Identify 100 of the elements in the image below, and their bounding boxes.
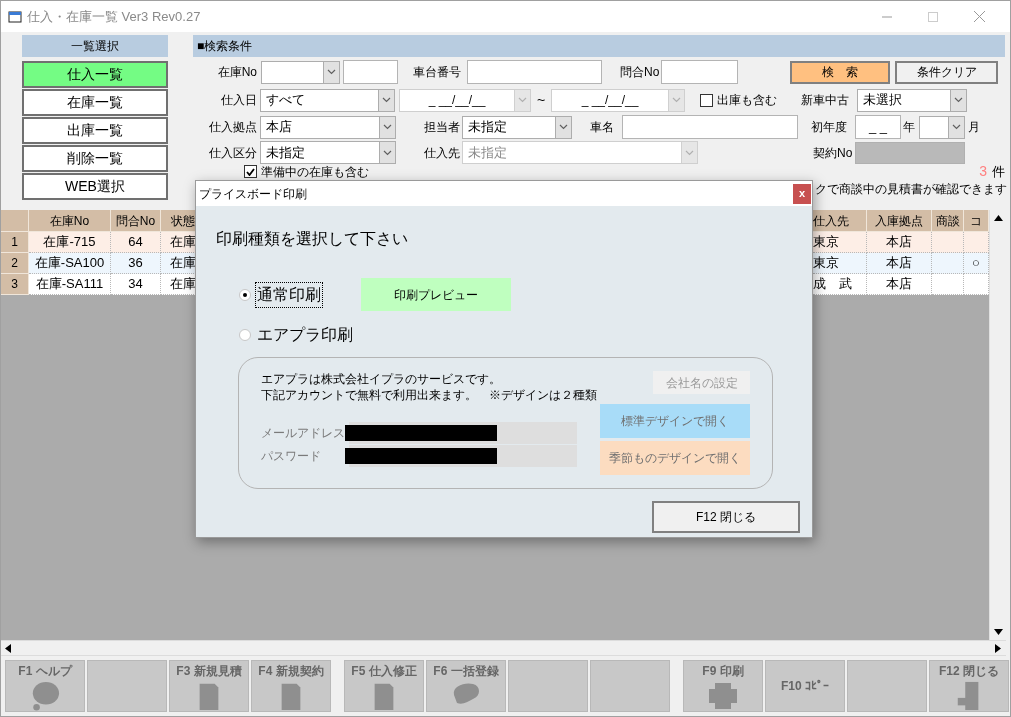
company-name-button: 会社名の設定 bbox=[653, 371, 750, 394]
empty-function-key[interactable] bbox=[590, 660, 670, 712]
dropdown[interactable] bbox=[919, 115, 965, 139]
range-separator: ~ bbox=[535, 90, 547, 110]
column-header[interactable]: 入庫拠点 bbox=[867, 210, 932, 232]
checkbox[interactable] bbox=[700, 93, 713, 107]
radio-label[interactable]: エアプラ印刷 bbox=[255, 322, 355, 348]
dialog-prompt: 印刷種類を選択して下さい bbox=[216, 229, 408, 249]
date-field[interactable]: _ __/__/__ bbox=[399, 88, 531, 112]
field-label: 準備中の在庫も含む bbox=[261, 163, 369, 181]
maximize-icon bbox=[928, 11, 938, 22]
field-label: 月 bbox=[968, 119, 980, 136]
field-label: 担当者 bbox=[423, 119, 460, 136]
chevron-down-icon bbox=[382, 97, 391, 103]
blob-icon bbox=[451, 681, 481, 705]
chevron-down-icon bbox=[518, 97, 527, 103]
radio-button[interactable] bbox=[239, 288, 251, 301]
input-field[interactable]: _ _ bbox=[855, 115, 901, 139]
field-label: 出庫も含む bbox=[717, 92, 778, 109]
checkmark-icon bbox=[246, 167, 255, 176]
function-key[interactable]: F6 一括登録 bbox=[426, 660, 506, 712]
window-icon bbox=[8, 10, 22, 23]
row-number: 3 bbox=[1, 274, 29, 295]
column-header[interactable]: 仕入先 bbox=[813, 210, 867, 232]
column-header[interactable]: 商談 bbox=[932, 210, 964, 232]
horizontal-scrollbar[interactable] bbox=[1, 640, 1006, 656]
radio-button[interactable] bbox=[239, 329, 251, 341]
date-field[interactable]: _ __/__/__ bbox=[551, 88, 685, 112]
field-label: 在庫No bbox=[216, 64, 257, 81]
document-icon bbox=[280, 681, 302, 711]
panel-header: ■検索条件 bbox=[193, 35, 1005, 57]
dropdown[interactable]: 未指定 bbox=[462, 115, 572, 139]
input-field[interactable] bbox=[622, 115, 798, 139]
panel-header: 一覧選択 bbox=[22, 35, 168, 57]
function-key[interactable]: F3 新規見積 bbox=[169, 660, 249, 712]
seasonal-design-button[interactable]: 季節ものデザインで開く bbox=[600, 441, 750, 475]
field-label: パスワード bbox=[261, 448, 322, 465]
function-key[interactable]: F1 ヘルプ bbox=[5, 660, 85, 712]
close-icon bbox=[973, 11, 985, 22]
function-key[interactable]: F4 新規契約 bbox=[251, 660, 331, 712]
checkbox[interactable] bbox=[244, 165, 257, 178]
field-label: 仕入先 bbox=[423, 144, 460, 162]
standard-design-button[interactable]: 標準デザインで開く bbox=[600, 404, 750, 438]
row-number: 2 bbox=[1, 253, 29, 274]
list-button[interactable]: 出庫一覧 bbox=[22, 117, 168, 144]
chevron-down-icon bbox=[383, 124, 392, 130]
preview-button[interactable]: 印刷プレビュー bbox=[361, 278, 511, 311]
dropdown[interactable]: 未指定 bbox=[260, 141, 396, 164]
field-label: 初年度 bbox=[811, 119, 848, 136]
field-label: 問合No bbox=[620, 64, 660, 81]
chevron-down-icon bbox=[327, 69, 336, 75]
document-icon bbox=[373, 681, 395, 711]
field-label: 年 bbox=[903, 119, 916, 136]
chevron-down-icon bbox=[952, 124, 961, 130]
search-button[interactable]: 検 索 bbox=[790, 60, 890, 84]
header-corner bbox=[1, 210, 29, 232]
field-label: 契約No bbox=[813, 144, 853, 162]
chevron-down-icon bbox=[559, 124, 568, 130]
close-dialog-button[interactable]: F12 閉じる bbox=[652, 501, 800, 533]
radio-label[interactable]: 通常印刷 bbox=[255, 281, 323, 308]
function-key[interactable]: F12 閉じる bbox=[929, 660, 1009, 712]
scroll-left-icon bbox=[5, 643, 11, 653]
field-label: 車名 bbox=[590, 119, 615, 136]
column-header[interactable]: コ bbox=[964, 210, 989, 232]
speech-bubble-icon bbox=[30, 681, 60, 711]
window-title: 仕入・在庫一覧 Ver3 Rev0.27 bbox=[27, 7, 201, 26]
input-field[interactable] bbox=[467, 60, 602, 84]
list-button[interactable]: WEB選択 bbox=[22, 173, 168, 200]
scroll-down-icon bbox=[993, 629, 1003, 635]
field-label: 新車中古 bbox=[801, 92, 850, 109]
list-button[interactable]: 削除一覧 bbox=[22, 145, 168, 172]
column-header[interactable]: 在庫No bbox=[29, 210, 111, 232]
dropdown[interactable] bbox=[261, 60, 340, 84]
close-button[interactable]: x bbox=[793, 183, 811, 204]
input-field[interactable] bbox=[661, 60, 738, 84]
empty-function-key[interactable] bbox=[508, 660, 588, 712]
list-button[interactable]: 在庫一覧 bbox=[22, 89, 168, 116]
chevron-down-icon bbox=[383, 149, 392, 156]
table-cell: 本店 bbox=[867, 274, 932, 295]
scroll-up-icon bbox=[993, 215, 1003, 221]
empty-function-key[interactable] bbox=[847, 660, 927, 712]
column-header[interactable]: 問合No bbox=[111, 210, 161, 232]
info-text: 下記アカウントで無料で利用出来ます。 ※デザインは２種類 bbox=[261, 387, 598, 403]
table-cell: 在庫-SA111 bbox=[29, 274, 111, 295]
chevron-down-icon bbox=[954, 97, 963, 103]
row-number: 1 bbox=[1, 232, 29, 253]
chevron-down-icon bbox=[672, 97, 681, 103]
result-count: 3 bbox=[979, 162, 987, 181]
info-text: エアプラは株式会社イプラのサービスです。 bbox=[261, 371, 502, 387]
clear-button[interactable]: 条件クリア bbox=[895, 60, 998, 84]
dropdown[interactable]: すべて bbox=[260, 88, 395, 112]
dropdown[interactable]: 未選択 bbox=[857, 88, 967, 112]
field-label: 車台番号 bbox=[413, 64, 461, 81]
input-field[interactable] bbox=[343, 60, 398, 84]
scroll-right-icon bbox=[995, 643, 1001, 653]
empty-function-key[interactable] bbox=[87, 660, 167, 712]
dropdown[interactable]: 本店 bbox=[260, 115, 396, 139]
list-button[interactable]: 仕入一覧 bbox=[22, 61, 168, 88]
chevron-down-icon bbox=[685, 149, 694, 156]
field-label: 仕入日 bbox=[220, 92, 257, 109]
